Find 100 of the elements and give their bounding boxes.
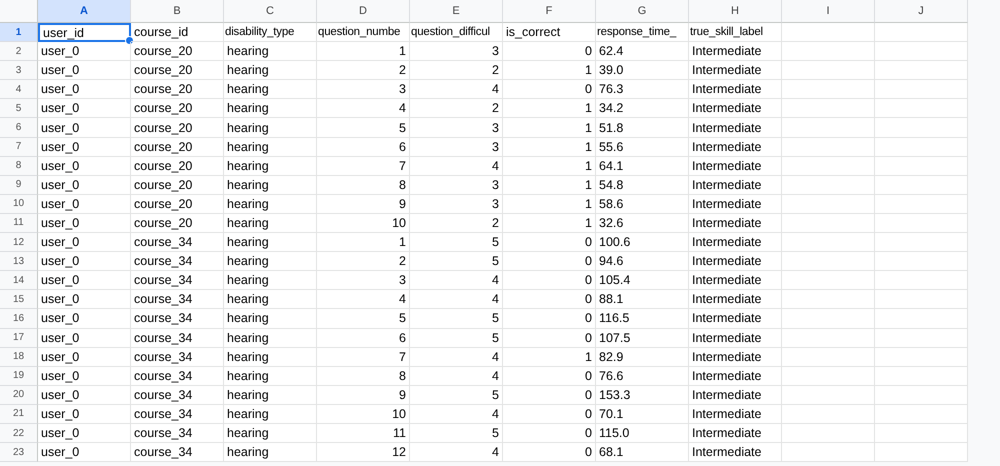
table-cell: 2	[317, 61, 410, 80]
row-header[interactable]: 13	[0, 252, 38, 272]
column-title-cell: question_numbe	[317, 23, 410, 42]
column-header[interactable]: J	[875, 0, 968, 23]
row-header[interactable]: 10	[0, 194, 38, 214]
row-header[interactable]: 12	[0, 233, 38, 252]
column-header[interactable]: F	[503, 0, 596, 23]
table-cell: user_0	[38, 443, 131, 462]
table-cell: 153.3	[596, 386, 689, 405]
table-cell: 0	[503, 328, 596, 348]
table-cell: 0	[503, 424, 596, 444]
row-header[interactable]: 14	[0, 271, 38, 290]
table-cell: 0	[503, 42, 596, 62]
table-cell: 3	[410, 118, 503, 138]
column-header[interactable]: C	[224, 0, 317, 23]
table-cell: 5	[410, 309, 503, 328]
row-header[interactable]: 21	[0, 404, 38, 424]
table-cell: 51.8	[596, 118, 689, 138]
table-cell: 3	[317, 271, 410, 290]
table-cell: Intermediate	[689, 424, 782, 444]
column-header[interactable]: I	[782, 0, 875, 23]
row-header[interactable]: 15	[0, 290, 38, 310]
table-cell: hearing	[224, 290, 317, 310]
table-cell: hearing	[224, 328, 317, 348]
table-cell: 1	[503, 176, 596, 195]
table-cell: Intermediate	[689, 80, 782, 100]
table-cell: user_0	[38, 424, 131, 444]
table-cell: 4	[410, 443, 503, 462]
column-header[interactable]: A	[38, 0, 131, 23]
table-cell: user_0	[38, 61, 131, 80]
table-cell: Intermediate	[689, 386, 782, 405]
table-cell: 105.4	[596, 271, 689, 290]
column-header[interactable]: H	[689, 0, 782, 23]
column-title-cell: disability_type	[224, 23, 317, 42]
row-header[interactable]: 1	[0, 23, 38, 42]
table-cell: Intermediate	[689, 42, 782, 62]
table-cell: user_0	[38, 348, 131, 367]
table-cell: 2	[317, 252, 410, 272]
table-cell: Intermediate	[689, 138, 782, 157]
row-header[interactable]: 17	[0, 328, 38, 348]
table-cell: Intermediate	[689, 61, 782, 80]
table-cell: hearing	[224, 348, 317, 367]
row-header[interactable]: 19	[0, 366, 38, 386]
table-cell: 4	[410, 271, 503, 290]
table-cell: 0	[503, 386, 596, 405]
table-cell: 11	[317, 424, 410, 444]
row-header[interactable]: 20	[0, 386, 38, 405]
row-header[interactable]: 23	[0, 443, 38, 462]
row-header[interactable]: 7	[0, 138, 38, 157]
table-cell: 0	[503, 80, 596, 100]
table-cell: 5	[317, 309, 410, 328]
row-header[interactable]: 18	[0, 348, 38, 367]
row-header[interactable]: 3	[0, 61, 38, 80]
table-cell: hearing	[224, 404, 317, 424]
table-cell: course_34	[131, 271, 224, 290]
table-cell: 1	[317, 233, 410, 252]
table-cell: hearing	[224, 176, 317, 195]
table-cell: 5	[410, 424, 503, 444]
table-cell: hearing	[224, 42, 317, 62]
table-cell: 1	[503, 61, 596, 80]
table-cell: course_34	[131, 366, 224, 386]
table-cell: hearing	[224, 233, 317, 252]
table-cell: course_34	[131, 309, 224, 328]
table-cell: 0	[503, 252, 596, 272]
table-cell: 3	[410, 42, 503, 62]
table-cell: 4	[410, 156, 503, 176]
row-header[interactable]: 16	[0, 309, 38, 328]
table-cell: hearing	[224, 366, 317, 386]
column-title-cell: course_id	[131, 23, 224, 42]
table-cell: 4	[410, 404, 503, 424]
fill-handle[interactable]	[125, 36, 134, 46]
row-header[interactable]: 9	[0, 176, 38, 195]
table-cell: user_0	[38, 118, 131, 138]
table-cell: 1	[503, 156, 596, 176]
column-header[interactable]: G	[596, 0, 689, 23]
table-cell: hearing	[224, 80, 317, 100]
table-cell: course_34	[131, 348, 224, 367]
row-header[interactable]: 5	[0, 99, 38, 118]
column-header[interactable]: D	[317, 0, 410, 23]
table-cell: user_0	[38, 290, 131, 310]
table-cell: 32.6	[596, 214, 689, 234]
table-cell: 62.4	[596, 42, 689, 62]
table-cell: user_0	[38, 176, 131, 195]
table-cell: hearing	[224, 156, 317, 176]
table-cell: 1	[503, 99, 596, 118]
table-cell: course_34	[131, 404, 224, 424]
table-cell: user_0	[38, 366, 131, 386]
row-header[interactable]: 22	[0, 424, 38, 444]
table-cell: course_20	[131, 156, 224, 176]
row-header[interactable]: 4	[0, 80, 38, 100]
table-cell: 0	[503, 309, 596, 328]
row-header[interactable]: 2	[0, 42, 38, 62]
column-header[interactable]: E	[410, 0, 503, 23]
row-header[interactable]: 6	[0, 118, 38, 138]
row-header[interactable]: 11	[0, 214, 38, 234]
column-header[interactable]: B	[131, 0, 224, 23]
table-cell: 2	[410, 61, 503, 80]
column-title-cell: is_correct	[503, 23, 596, 42]
row-header[interactable]: 8	[0, 156, 38, 176]
table-cell: Intermediate	[689, 366, 782, 386]
